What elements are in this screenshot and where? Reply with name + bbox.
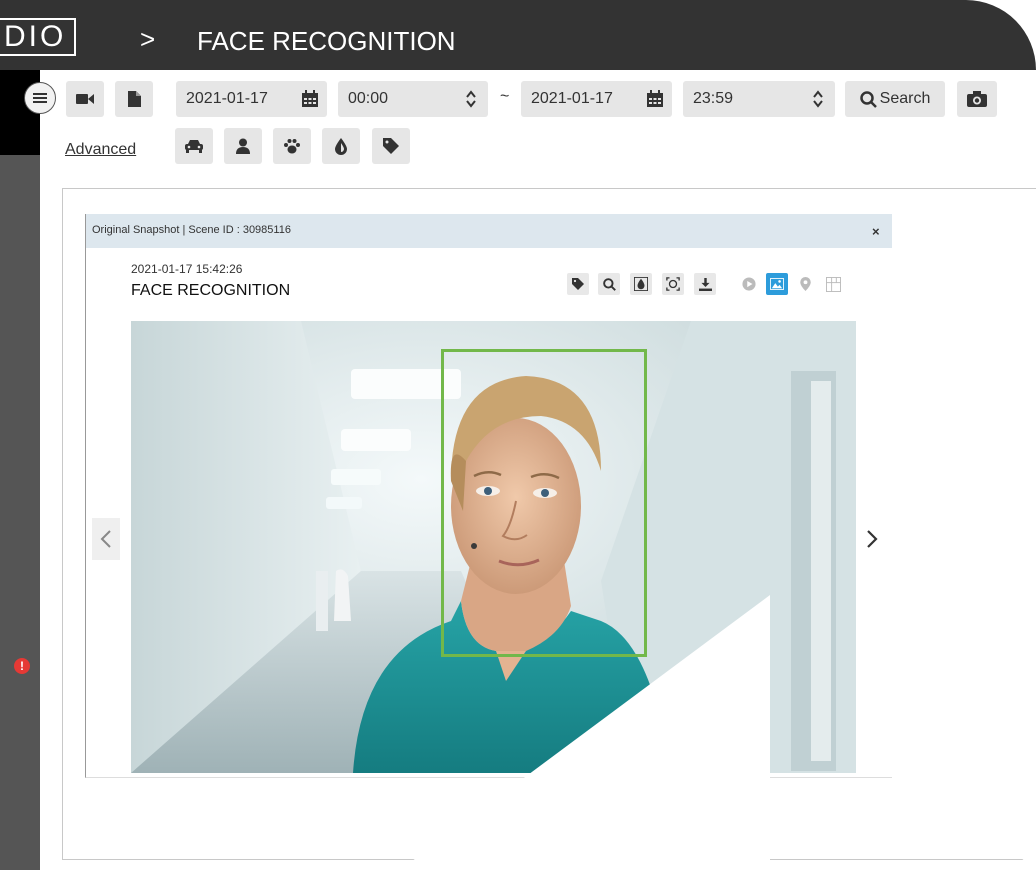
dialog-header-text: Original Snapshot | Scene ID : 30985116 [92,224,291,236]
end-date-value: 2021-01-17 [531,90,613,107]
tag-icon [572,278,584,290]
layout-view-button[interactable] [822,273,844,295]
start-time-field[interactable]: 00:00 [338,81,488,117]
top-header: DIO > FACE RECOGNITION [0,0,1036,70]
snapshot-file-button[interactable] [115,81,153,117]
zoom-icon [602,277,616,291]
spinner-icon[interactable] [801,89,835,109]
spinner-icon[interactable] [454,89,488,109]
image-view-button[interactable] [766,273,788,295]
face-detect-icon [666,277,680,291]
advanced-link[interactable]: Advanced [65,141,136,159]
chevron-right-icon [867,530,878,548]
menu-toggle-button[interactable] [24,82,56,114]
car-icon [185,140,203,153]
color-adjust-button[interactable] [630,273,652,295]
filter-person-button[interactable] [224,128,262,164]
calendar-icon[interactable] [293,90,327,108]
end-time-field[interactable]: 23:59 [683,81,835,117]
start-date-field[interactable]: 2021-01-17 [176,81,327,117]
start-time-value: 00:00 [348,90,389,107]
person-icon [236,138,250,154]
file-icon [127,91,141,107]
menu-icon [33,93,47,103]
range-separator: ~ [500,88,510,105]
left-sidebar [0,70,40,870]
start-date-value: 2021-01-17 [186,90,268,107]
snapshot-title: FACE RECOGNITION [131,282,291,299]
tag-snapshot-button[interactable] [567,273,589,295]
capture-button[interactable] [957,81,997,117]
color-icon [634,277,648,291]
filter-vehicle-button[interactable] [175,128,213,164]
layout-icon [825,276,841,292]
face-detect-button[interactable] [662,273,684,295]
app-window: DIO > FACE RECOGNITION ! 2021-01-17 00:0… [0,0,1036,870]
close-icon[interactable]: × [872,224,880,239]
play-view-button[interactable] [738,273,760,295]
location-pin-icon [799,277,811,291]
breadcrumb-separator: > [140,24,156,54]
face-bounding-box[interactable] [441,349,647,657]
snapshot-timestamp: 2021-01-17 15:42:26 [131,262,243,276]
filter-animal-button[interactable] [273,128,311,164]
chevron-left-icon [100,530,111,548]
video-button[interactable] [66,81,104,117]
map-view-button[interactable] [794,273,816,295]
paw-icon [284,139,300,154]
play-icon [742,277,756,291]
tag-icon [383,138,399,154]
search-icon [859,90,877,108]
app-logo: DIO [0,18,77,56]
page-title: FACE RECOGNITION [197,26,456,56]
zoom-button[interactable] [598,273,620,295]
end-time-value: 23:59 [693,90,734,107]
dialog-header: Original Snapshot | Scene ID : 30985116 … [86,214,892,248]
previous-snapshot-button[interactable] [92,518,120,560]
filter-color-button[interactable] [322,128,360,164]
next-snapshot-button[interactable] [862,518,882,560]
calendar-icon[interactable] [638,90,672,108]
end-date-field[interactable]: 2021-01-17 [521,81,672,117]
camera-icon [967,91,987,107]
filter-tag-button[interactable] [372,128,410,164]
alert-badge[interactable]: ! [14,658,30,674]
download-icon [698,277,712,291]
image-icon [770,278,784,290]
drop-icon [335,137,347,155]
download-button[interactable] [694,273,716,295]
search-button[interactable]: Search [845,81,945,117]
video-camera-icon [76,94,94,104]
search-button-label: Search [879,90,931,107]
